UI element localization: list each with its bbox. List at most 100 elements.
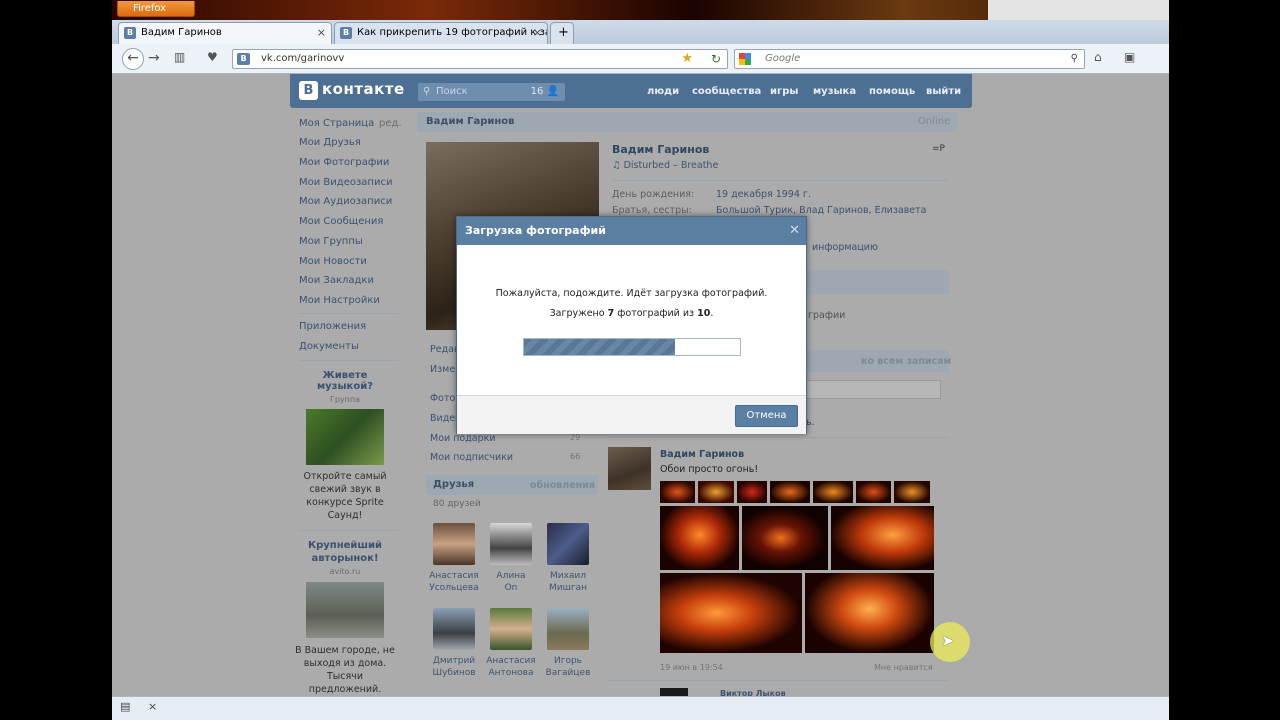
menu-audio[interactable]: Мои Аудиозаписи [299, 196, 392, 207]
post-image[interactable] [831, 506, 934, 570]
show-more-info[interactable]: информацию [812, 242, 878, 253]
menu-photos[interactable]: Мои Фотографии [299, 157, 389, 168]
friend-avatar [547, 523, 589, 565]
forward-arrow-icon[interactable]: → [148, 50, 160, 66]
menu-settings[interactable]: Мои Настройки [299, 295, 380, 306]
magnifier-icon[interactable]: ⚲ [1071, 50, 1078, 68]
info-divider [612, 180, 948, 181]
tab-article[interactable]: B Как прикрепить 19 фотографий к за... × [334, 22, 548, 44]
back-arrow-icon[interactable]: ← [122, 48, 144, 70]
friends-title[interactable]: Друзья [433, 479, 474, 490]
dialog-header: Загрузка фотографий ✕ [457, 217, 806, 245]
nav-music[interactable]: музыка [813, 86, 856, 97]
friend-card[interactable]: Алина On [485, 523, 537, 593]
post-image[interactable] [805, 573, 934, 653]
menu-groups[interactable]: Мои Группы [299, 236, 363, 247]
menu-friends[interactable]: Мои Друзья [299, 137, 361, 148]
nav-people[interactable]: люди [647, 86, 679, 97]
post-image[interactable] [660, 573, 802, 653]
post-thumbnail[interactable] [660, 481, 695, 503]
nav-help[interactable]: помощь [869, 86, 915, 97]
menu-messages[interactable]: Мои Сообщения [299, 216, 383, 227]
post-like-link[interactable]: Мне нравится [874, 663, 933, 672]
post-thumbnail[interactable] [770, 481, 810, 503]
post-thumbnail[interactable] [894, 481, 930, 503]
reload-icon[interactable]: ↻ [711, 50, 721, 68]
chart-icon[interactable]: ▥ [174, 50, 185, 64]
post-thumbnail[interactable] [737, 481, 767, 503]
profile-name: Вадим Гаринов [612, 143, 710, 156]
friend-card[interactable]: Михаил Мишган [542, 523, 594, 593]
friend-first-name: Игорь [554, 656, 582, 666]
new-tab-button[interactable]: + [550, 22, 574, 44]
firefox-menu-button[interactable]: Firefox [117, 1, 195, 17]
menu-news[interactable]: Мои Новости [299, 256, 367, 267]
menu-docs[interactable]: Документы [299, 341, 359, 352]
heart-icon[interactable]: ♥ [207, 50, 218, 64]
tab-label: Вадим Гаринов [141, 27, 222, 38]
addon-bar-icon[interactable]: ▤ [120, 700, 130, 713]
siblings-value[interactable]: Большой Турик, Влад Гаринов, Елизавета [716, 205, 927, 216]
post-author[interactable]: Вадим Гаринов [660, 449, 744, 460]
home-icon[interactable]: ⌂ [1094, 50, 1102, 64]
menu-divider [299, 313, 399, 314]
wall-post-input[interactable] [800, 380, 941, 399]
post-image[interactable] [660, 506, 739, 570]
ad-block-avito[interactable]: Крупнейший авторынок! avito.ru В Вашем г… [293, 539, 397, 696]
menu-my-page[interactable]: Моя Страница [299, 118, 374, 129]
link-my-followers[interactable]: Мои подписчики [430, 452, 513, 463]
post-date[interactable]: 19 июн в 19:54 [660, 663, 723, 672]
upload-message: Пожалуйста, подождите. Идёт загрузка фот… [495, 288, 768, 299]
vk-logo-text: контакте [322, 80, 405, 98]
google-logo-icon [739, 53, 751, 65]
ad-image [306, 582, 384, 638]
close-icon[interactable]: ✕ [789, 217, 800, 245]
close-tab-icon[interactable]: × [317, 23, 326, 43]
post-thumbnail[interactable] [698, 481, 734, 503]
browser-status-bar: ▤ × [112, 696, 1169, 720]
vk-favicon-icon: B [340, 27, 352, 39]
post-divider [608, 680, 949, 681]
link-my-gifts[interactable]: Мои подарки [430, 433, 496, 444]
toolbar-menu-icon[interactable]: ▣ [1124, 50, 1135, 64]
link-photos-with-me[interactable]: Фото [430, 393, 455, 404]
tab-profile[interactable]: B Вадим Гаринов × [118, 22, 332, 44]
friends-updates-link[interactable]: обновления [530, 480, 595, 491]
upload-dialog: Загрузка фотографий ✕ Пожалуйста, подожд… [456, 216, 807, 434]
nav-communities[interactable]: сообщества [692, 86, 761, 97]
menu-apps[interactable]: Приложения [299, 321, 366, 332]
ad-block-music[interactable]: Живете музыкой? Группа Откройте самый св… [293, 370, 397, 522]
ad-subtitle: Группа [329, 395, 361, 404]
menu-edit-link[interactable]: ред. [379, 118, 402, 129]
vk-search-input[interactable]: ⚲ Поиск 16 👤 [418, 83, 565, 101]
cancel-button[interactable]: Отмена [735, 405, 798, 427]
friend-avatar [490, 523, 532, 565]
menu-videos[interactable]: Мои Видеозаписи [299, 177, 392, 188]
menu-bookmarks[interactable]: Мои Закладки [299, 275, 374, 286]
friend-last-name: Вагайцев [545, 668, 591, 678]
post-thumbnail[interactable] [856, 481, 891, 503]
friend-card[interactable]: Игорь Вагайцев [542, 608, 594, 678]
ad-title: Крупнейший авторынок! [307, 540, 383, 564]
address-bar[interactable]: B vk.com/garinovv ★ ↻ [232, 49, 728, 69]
photos-partial-label[interactable]: графии [808, 310, 845, 321]
profile-song[interactable]: ♫ Disturbed – Breathe [612, 160, 718, 171]
birthday-value[interactable]: 19 декабря 1994 г. [716, 189, 811, 200]
total-count: 10 [697, 308, 711, 319]
friend-card[interactable]: Дмитрий Шубинов [428, 608, 480, 678]
friend-card[interactable]: Анастасия Усольцева [428, 523, 480, 593]
siblings-label: Братья, сестры: [612, 205, 692, 216]
friend-card[interactable]: Анастасия Антонова [485, 608, 537, 678]
bookmark-star-icon[interactable]: ★ [681, 50, 693, 68]
search-placeholder: Google [765, 53, 801, 64]
search-field[interactable]: Google ⚲ [734, 49, 1085, 69]
nav-logout[interactable]: выйти [926, 86, 961, 97]
vk-logo[interactable]: B контакте [299, 80, 409, 102]
close-tab-icon[interactable]: × [533, 23, 542, 43]
post-image[interactable] [742, 506, 828, 570]
wall-filter-link[interactable]: ко всем записям [861, 356, 951, 367]
nav-games[interactable]: игры [770, 86, 798, 97]
post-thumbnail[interactable] [813, 481, 853, 503]
post-author-avatar[interactable] [608, 447, 651, 490]
close-addon-bar-icon[interactable]: × [148, 700, 157, 713]
